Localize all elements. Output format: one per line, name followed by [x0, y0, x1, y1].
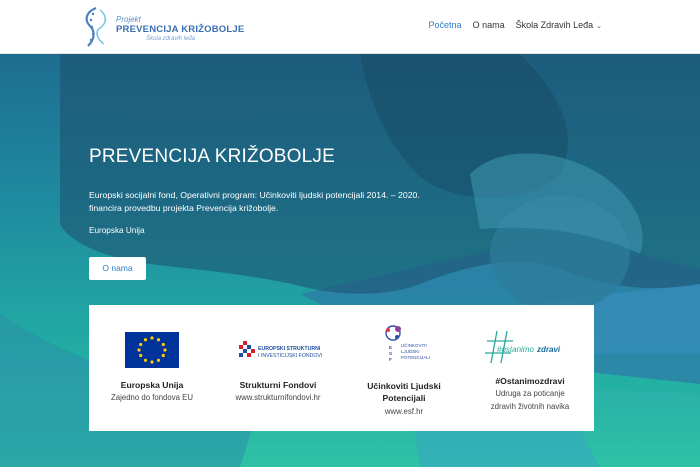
- o-nama-button[interactable]: O nama: [89, 257, 146, 280]
- svg-text:E: E: [389, 345, 392, 350]
- partner-desc: Zajedno do fondova EU: [111, 393, 193, 402]
- partner-ostanimozdravi[interactable]: #ostanimo zdravi #Ostanimozdravi Udruga …: [467, 305, 593, 431]
- partners-card: Europska Unija Zajedno do fondova EU EUR…: [89, 305, 594, 431]
- nav-item-pocetna[interactable]: Početna: [429, 20, 462, 30]
- partner-desc-line2: zdravih životnih navika: [490, 402, 570, 411]
- logo-text: POTENCIJALI: [401, 355, 430, 360]
- hero-eu-label: Europska Unija: [89, 226, 145, 235]
- partner-eu[interactable]: Europska Unija Zajedno do fondova EU: [89, 305, 215, 431]
- spine-logo-icon: [85, 6, 107, 47]
- svg-text:F: F: [389, 357, 392, 362]
- site-header: Projekt PREVENCIJA KRIŽOBOLJE Škola zdra…: [0, 0, 700, 54]
- partner-name: Europska Unija: [120, 380, 184, 390]
- logo-subtitle: Škola zdravih leđa: [146, 36, 196, 42]
- ostanimozdravi-logo-icon: #ostanimo zdravi: [485, 330, 561, 364]
- logo-text: LJUDSKI: [401, 349, 420, 354]
- partner-desc: www.strukturnifondovi.hr: [235, 393, 321, 402]
- eu-flag-icon: [125, 332, 179, 368]
- nav-item-label: Škola Zdravih Leđa: [515, 20, 594, 30]
- partner-name-line2: Potencijali: [382, 393, 426, 403]
- logo-project-label: Projekt: [116, 15, 141, 24]
- partner-desc-line1: Udruga za poticanje: [495, 389, 565, 398]
- strukturni-fondovi-logo-icon: EUROPSKI STRUKTURNI I INVESTICIJSKI FOND…: [239, 341, 322, 359]
- nav-item-o-nama[interactable]: O nama: [473, 20, 505, 30]
- partner-name: #Ostanimozdravi: [495, 376, 565, 386]
- hero-section: PREVENCIJA KRIŽOBOLJE Europski socijalni…: [0, 54, 700, 467]
- partner-name-line1: Učinkoviti Ljudski: [367, 381, 441, 391]
- partner-desc: www.esf.hr: [384, 407, 424, 416]
- chevron-down-icon: ⌄: [596, 23, 602, 30]
- logo-text: #ostanimo: [497, 345, 534, 354]
- main-nav: Početna O nama Škola Zdravih Leđa ⌄: [429, 20, 602, 30]
- site-logo[interactable]: Projekt PREVENCIJA KRIŽOBOLJE Škola zdra…: [80, 6, 244, 48]
- hero-description: Europski socijalni fond, Operativni prog…: [89, 190, 420, 213]
- logo-text: UČINKOVITI: [401, 342, 427, 348]
- logo-text: zdravi: [536, 345, 561, 354]
- logo-text: EUROPSKI STRUKTURNI: [258, 346, 321, 352]
- partner-esf[interactable]: E S F UČINKOVITI LJUDSKI POTENCIJALI Uči…: [341, 305, 467, 431]
- logo-text: I INVESTICIJSKI FONDOVI: [258, 353, 322, 359]
- partner-strukturni-fondovi[interactable]: EUROPSKI STRUKTURNI I INVESTICIJSKI FOND…: [215, 305, 341, 431]
- nav-item-skola-zdravih-leda[interactable]: Škola Zdravih Leđa ⌄: [516, 20, 602, 30]
- logo-title: PREVENCIJA KRIŽOBOLJE: [116, 24, 245, 35]
- esf-logo-icon: E S F UČINKOVITI LJUDSKI POTENCIJALI: [385, 325, 430, 362]
- svg-text:S: S: [389, 351, 392, 356]
- partner-name: Strukturni Fondovi: [239, 380, 317, 390]
- hero-title: PREVENCIJA KRIŽOBOLJE: [89, 146, 335, 167]
